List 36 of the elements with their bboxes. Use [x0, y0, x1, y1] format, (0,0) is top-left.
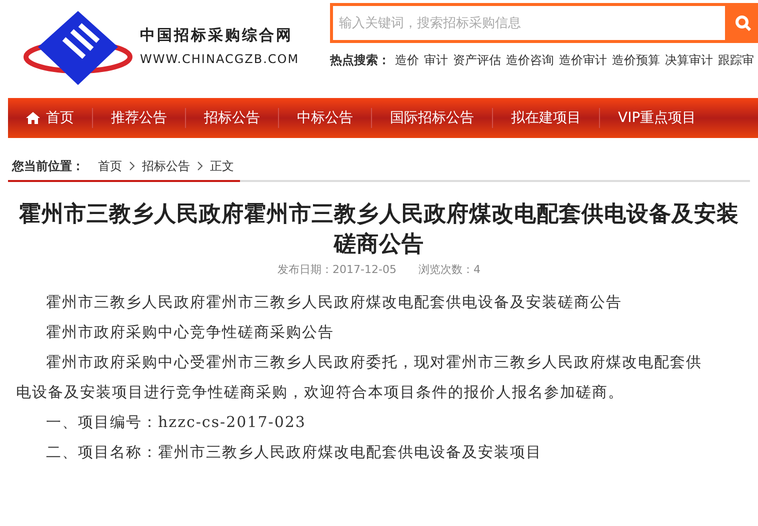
- article-paragraph: 二、项目名称：霍州市三教乡人民政府煤改电配套供电设备及安装项目: [45, 442, 543, 462]
- hot-search-link[interactable]: 造价咨询: [506, 51, 554, 69]
- hot-search-link[interactable]: 跟踪审: [718, 51, 754, 69]
- nav-link[interactable]: 中标公告: [279, 108, 371, 128]
- search-field[interactable]: 输入关键词，搜索招标采购信息: [330, 3, 728, 43]
- search-button[interactable]: [728, 3, 758, 43]
- hot-search-link[interactable]: 审计: [424, 51, 448, 69]
- breadcrumb-link[interactable]: 招标公告: [142, 157, 190, 175]
- logo-url: WWW.CHINACGZB.COM: [140, 51, 300, 68]
- nav-link[interactable]: VIP重点项目: [600, 108, 714, 128]
- article-paragraph: 霍州市政府采购中心竞争性磋商采购公告: [45, 322, 335, 342]
- nav-link[interactable]: 首页: [8, 108, 92, 128]
- nav-link[interactable]: 推荐公告: [93, 108, 185, 128]
- view-count: 浏览次数：4: [418, 262, 480, 278]
- nav-link[interactable]: 拟在建项目: [493, 108, 599, 128]
- home-icon: [26, 112, 40, 124]
- nav-link[interactable]: 国际招标公告: [372, 108, 492, 128]
- hot-search-link[interactable]: 造价: [395, 51, 419, 69]
- hot-search-link[interactable]: 资产评估: [453, 51, 501, 69]
- search-icon: [735, 15, 751, 31]
- breadcrumb-current: 正文: [210, 158, 234, 175]
- nav-link[interactable]: 招标公告: [186, 108, 278, 128]
- breadcrumb-link[interactable]: 首页: [98, 157, 122, 175]
- article-paragraph: 霍州市三教乡人民政府霍州市三教乡人民政府煤改电配套供电设备及安装磋商公告: [45, 292, 623, 312]
- hot-search-link[interactable]: 造价审计: [559, 51, 607, 69]
- hot-search-link[interactable]: 造价预算: [612, 51, 660, 69]
- article-paragraph: 一、项目编号：hzzc-cs-2017-023: [45, 412, 307, 432]
- article-paragraph: 霍州市政府采购中心受霍州市三教乡人民政府委托，现对霍州市三教乡人民政府煤改电配套供电设备及安装项目进行竞争性磋商采购，欢迎符合本项目条件的报价人报名参加磋商。: [16, 352, 703, 402]
- publish-date: 发布日期：2017-12-05: [278, 262, 396, 278]
- article-title: 霍州市三教乡人民政府霍州市三教乡人民政府煤改电配套供电设备及安装磋商公告: [18, 200, 740, 259]
- chevron-icon: [129, 161, 135, 171]
- logo-name: 中国招标采购综合网: [140, 24, 294, 46]
- hot-search-label: 热点搜索：: [330, 52, 390, 69]
- chevron-icon: [197, 161, 203, 171]
- breadcrumb-label: 您当前位置：: [10, 158, 84, 175]
- hot-search-link[interactable]: 决算审计: [665, 51, 713, 69]
